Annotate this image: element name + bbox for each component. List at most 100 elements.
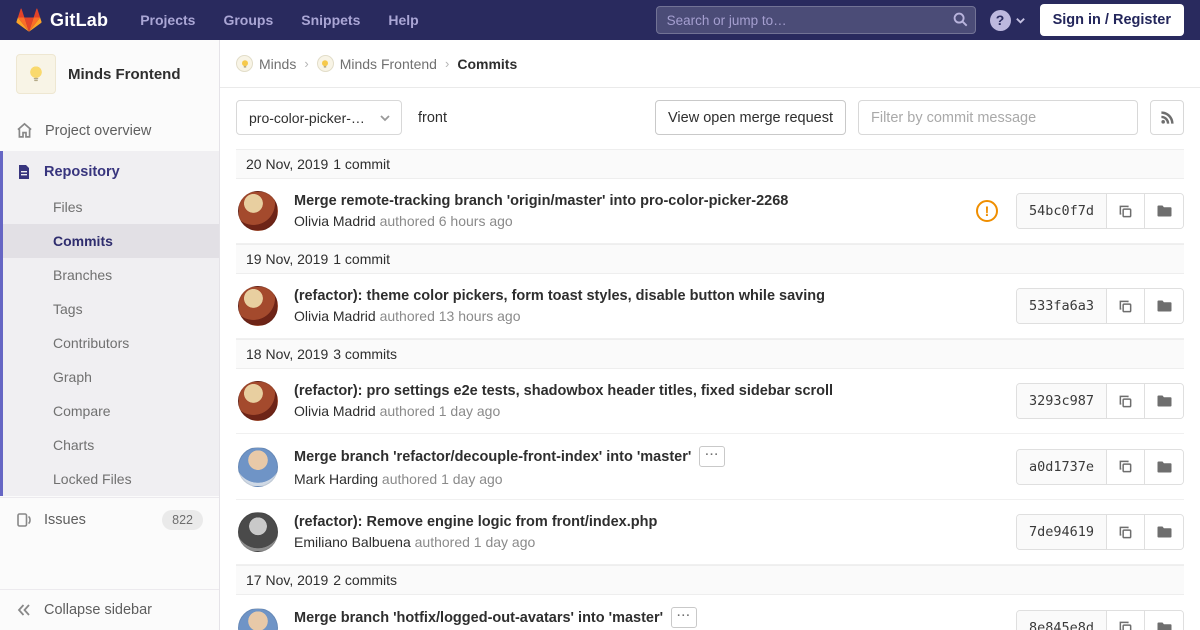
sidebar-item-commits[interactable]: Commits bbox=[3, 224, 219, 258]
search-input[interactable] bbox=[655, 6, 976, 34]
browse-files-button[interactable] bbox=[1145, 515, 1183, 549]
commit-sha-group: a0d1737e bbox=[1015, 448, 1184, 485]
main-content: Minds › Minds Frontend › Commits pro-col… bbox=[220, 40, 1200, 630]
sidebar-item-graph[interactable]: Graph bbox=[3, 360, 219, 394]
rss-feed-button[interactable] bbox=[1150, 100, 1184, 135]
copy-icon bbox=[1119, 460, 1132, 473]
commit-date-header: 19 Nov, 2019 1 commit bbox=[236, 244, 1184, 274]
commit-author-link[interactable]: Olivia Madrid bbox=[294, 308, 376, 324]
commit-filter-input[interactable] bbox=[858, 100, 1138, 135]
folder-icon bbox=[1157, 395, 1172, 407]
issues-icon bbox=[16, 512, 32, 528]
sidebar-item-contributors[interactable]: Contributors bbox=[3, 326, 219, 360]
copy-sha-button[interactable] bbox=[1107, 449, 1145, 484]
commit-sha-group: 54bc0f7d bbox=[1015, 193, 1184, 229]
commit-title-link[interactable]: Merge branch 'refactor/decouple-front-in… bbox=[294, 449, 691, 465]
sidebar-project-name: Minds Frontend bbox=[68, 65, 181, 83]
branch-selector-value: pro-color-picker-… bbox=[249, 109, 365, 126]
browse-files-button[interactable] bbox=[1145, 610, 1183, 630]
sidebar-item-label: Issues bbox=[44, 512, 86, 528]
avatar[interactable] bbox=[238, 607, 278, 630]
browse-files-button[interactable] bbox=[1145, 289, 1183, 323]
commit-sha: a0d1737e bbox=[1016, 449, 1107, 484]
copy-sha-button[interactable] bbox=[1107, 194, 1145, 228]
help-menu[interactable]: ? bbox=[989, 9, 1026, 31]
collapse-sidebar-button[interactable]: Collapse sidebar bbox=[0, 589, 219, 630]
commit-author-link[interactable]: Emiliano Balbuena bbox=[294, 534, 411, 550]
ci-status-warning-icon[interactable]: ! bbox=[975, 200, 998, 222]
sidebar-item-issues[interactable]: Issues 822 bbox=[0, 497, 219, 542]
avatar[interactable] bbox=[238, 381, 278, 421]
copy-icon bbox=[1119, 205, 1132, 217]
commit-title-link[interactable]: (refactor): theme color pickers, form to… bbox=[294, 288, 825, 304]
breadcrumb-project[interactable]: Minds Frontend bbox=[316, 55, 437, 72]
nav-groups[interactable]: Groups bbox=[223, 12, 273, 28]
commit-title-link[interactable]: Merge branch 'hotfix/logged-out-avatars'… bbox=[294, 610, 663, 626]
commit-authored-time: authored 1 day ago bbox=[379, 403, 501, 419]
sidebar-item-compare[interactable]: Compare bbox=[3, 394, 219, 428]
copy-icon bbox=[1119, 526, 1132, 538]
commit-sha: 7de94619 bbox=[1016, 515, 1107, 549]
sign-in-register-button[interactable]: Sign in / Register bbox=[1039, 4, 1184, 36]
issues-count-badge: 822 bbox=[162, 510, 203, 530]
gitlab-wordmark: GitLab bbox=[50, 9, 109, 30]
commit-title-link[interactable]: (refactor): pro settings e2e tests, shad… bbox=[294, 383, 833, 399]
expand-commit-description-button[interactable]: ··· bbox=[699, 446, 726, 467]
sidebar-item-files[interactable]: Files bbox=[3, 190, 219, 224]
sidebar-item-locked-files[interactable]: Locked Files bbox=[3, 462, 219, 496]
browse-files-button[interactable] bbox=[1145, 449, 1183, 484]
sidebar-item-tags[interactable]: Tags bbox=[3, 292, 219, 326]
folder-icon bbox=[1157, 461, 1172, 472]
commit-row: (refactor): pro settings e2e tests, shad… bbox=[236, 369, 1184, 434]
sidebar-item-repository[interactable]: Repository bbox=[3, 151, 219, 190]
sidebar-item-project-overview[interactable]: Project overview bbox=[0, 110, 219, 151]
commit-sha-group: 533fa6a3 bbox=[1015, 288, 1184, 324]
expand-commit-description-button[interactable]: ··· bbox=[671, 607, 698, 628]
top-navbar: GitLab Projects Groups Snippets Help ? S… bbox=[0, 0, 1200, 40]
avatar[interactable] bbox=[238, 286, 278, 326]
copy-icon bbox=[1119, 395, 1132, 407]
nav-help[interactable]: Help bbox=[388, 12, 418, 28]
breadcrumb-separator: › bbox=[304, 56, 309, 71]
rss-icon bbox=[1160, 111, 1174, 124]
breadcrumb-group[interactable]: Minds bbox=[236, 55, 296, 72]
avatar[interactable] bbox=[238, 512, 278, 552]
commit-title-link[interactable]: (refactor): Remove engine logic from fro… bbox=[294, 514, 657, 530]
gitlab-logo[interactable]: GitLab bbox=[16, 7, 108, 33]
commit-author-link[interactable]: Olivia Madrid bbox=[294, 403, 376, 419]
commits-toolbar: pro-color-picker-… front View open merge… bbox=[220, 88, 1200, 145]
commit-title-link[interactable]: Merge remote-tracking branch 'origin/mas… bbox=[294, 193, 788, 209]
copy-sha-button[interactable] bbox=[1107, 610, 1145, 630]
commit-row: Merge branch 'hotfix/logged-out-avatars'… bbox=[236, 595, 1184, 630]
folder-icon bbox=[1157, 205, 1172, 217]
double-chevron-left-icon bbox=[16, 602, 32, 618]
gitlab-tanuki-icon bbox=[16, 8, 42, 32]
main-nav: Projects Groups Snippets Help bbox=[140, 12, 419, 28]
avatar[interactable] bbox=[238, 446, 278, 487]
project-avatar-icon bbox=[316, 55, 334, 72]
copy-sha-button[interactable] bbox=[1107, 384, 1145, 418]
copy-icon bbox=[1119, 621, 1132, 630]
folder-icon bbox=[1157, 622, 1172, 630]
commit-author-link[interactable]: Olivia Madrid bbox=[294, 213, 376, 229]
view-open-merge-request-button[interactable]: View open merge request bbox=[655, 100, 846, 135]
sidebar-item-charts[interactable]: Charts bbox=[3, 428, 219, 462]
browse-files-button[interactable] bbox=[1145, 384, 1183, 418]
commit-row: Merge remote-tracking branch 'origin/mas… bbox=[236, 179, 1184, 244]
chevron-down-icon bbox=[1015, 17, 1025, 24]
sidebar-project-header[interactable]: Minds Frontend bbox=[0, 40, 219, 110]
browse-files-button[interactable] bbox=[1145, 194, 1183, 228]
sidebar-item-branches[interactable]: Branches bbox=[3, 258, 219, 292]
nav-snippets[interactable]: Snippets bbox=[301, 12, 360, 28]
commit-authored-time: authored 13 hours ago bbox=[379, 308, 521, 324]
project-sidebar: Minds Frontend Project overview Reposito… bbox=[0, 40, 220, 630]
copy-sha-button[interactable] bbox=[1107, 289, 1145, 323]
commit-row: Merge branch 'refactor/decouple-front-in… bbox=[236, 434, 1184, 500]
copy-sha-button[interactable] bbox=[1107, 515, 1145, 549]
nav-projects[interactable]: Projects bbox=[140, 12, 195, 28]
commit-author-link[interactable]: Mark Harding bbox=[294, 471, 378, 487]
repo-path-label: front bbox=[418, 109, 448, 126]
branch-selector-dropdown[interactable]: pro-color-picker-… bbox=[236, 100, 402, 135]
commit-row: (refactor): theme color pickers, form to… bbox=[236, 274, 1184, 339]
avatar[interactable] bbox=[238, 191, 278, 231]
